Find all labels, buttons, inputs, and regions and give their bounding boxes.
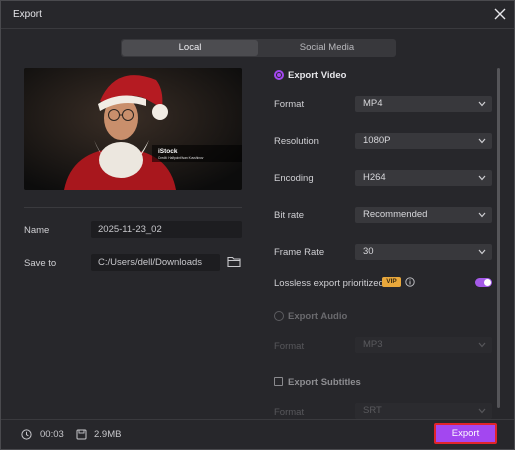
encoding-label: Encoding <box>274 173 314 184</box>
tab-local[interactable]: Local <box>122 40 258 56</box>
bitrate-value: Recommended <box>363 209 428 220</box>
format-value: MP4 <box>363 98 383 109</box>
dialog-title: Export <box>13 9 42 20</box>
file-size-text: 2.9MB <box>94 429 122 440</box>
chevron-down-icon <box>478 408 486 414</box>
preview-divider <box>24 207 242 208</box>
chevron-down-icon <box>478 101 486 107</box>
folder-icon[interactable] <box>227 255 241 268</box>
export-subtitles-label: Export Subtitles <box>288 377 361 388</box>
title-bar: Export <box>1 1 514 29</box>
export-audio-label: Export Audio <box>288 311 348 322</box>
export-audio-radio[interactable] <box>274 311 284 321</box>
clock-icon <box>21 429 32 443</box>
framerate-label: Frame Rate <box>274 247 325 258</box>
name-input[interactable]: 2025-11-23_02 <box>91 221 242 238</box>
watermark-credit: Credit: Halfpoint/Ivan Kuvshinov <box>158 156 204 160</box>
resolution-value: 1080P <box>363 135 391 146</box>
export-video-label: Export Video <box>288 70 347 81</box>
duration-text: 00:03 <box>40 429 64 440</box>
bitrate-select[interactable]: Recommended <box>355 207 492 223</box>
subtitle-format-select[interactable]: SRT <box>355 403 492 419</box>
settings-scrollbar[interactable] <box>497 68 500 408</box>
resolution-select[interactable]: 1080P <box>355 133 492 149</box>
framerate-select[interactable]: 30 <box>355 244 492 260</box>
lossless-label: Lossless export prioritized <box>274 278 384 289</box>
lossless-toggle[interactable] <box>475 278 492 287</box>
subtitle-format-value: SRT <box>363 405 382 416</box>
export-dialog: Export Local Social Media iStock Credit:… <box>0 0 515 450</box>
vip-badge: VIP <box>382 277 401 287</box>
chevron-down-icon <box>478 342 486 348</box>
chevron-down-icon <box>478 138 486 144</box>
tab-social-media[interactable]: Social Media <box>259 40 395 56</box>
audio-format-value: MP3 <box>363 339 383 350</box>
framerate-value: 30 <box>363 246 374 257</box>
bitrate-label: Bit rate <box>274 210 305 221</box>
export-subtitles-checkbox[interactable] <box>274 377 283 386</box>
encoding-value: H264 <box>363 172 386 183</box>
audio-format-label: Format <box>274 341 305 352</box>
chevron-down-icon <box>478 249 486 255</box>
close-icon[interactable] <box>492 6 508 22</box>
watermark-title: iStock <box>158 148 178 155</box>
format-label: Format <box>274 99 305 110</box>
subtitle-format-label: Format <box>274 407 305 418</box>
format-select[interactable]: MP4 <box>355 96 492 112</box>
export-video-radio[interactable] <box>274 70 284 80</box>
toggle-knob <box>484 279 491 286</box>
video-preview: iStock Credit: Halfpoint/Ivan Kuvshinov <box>24 68 242 190</box>
chevron-down-icon <box>478 212 486 218</box>
encoding-select[interactable]: H264 <box>355 170 492 186</box>
save-path-input[interactable]: C:/Users/dell/Downloads <box>91 254 220 271</box>
resolution-label: Resolution <box>274 136 319 147</box>
save-to-label: Save to <box>24 258 57 269</box>
export-tabs: Local Social Media <box>121 39 396 57</box>
export-button[interactable]: Export <box>434 423 497 444</box>
file-size-icon <box>76 429 87 443</box>
name-label: Name <box>24 225 50 236</box>
audio-format-select[interactable]: MP3 <box>355 337 492 353</box>
chevron-down-icon <box>478 175 486 181</box>
info-icon[interactable] <box>405 277 415 287</box>
